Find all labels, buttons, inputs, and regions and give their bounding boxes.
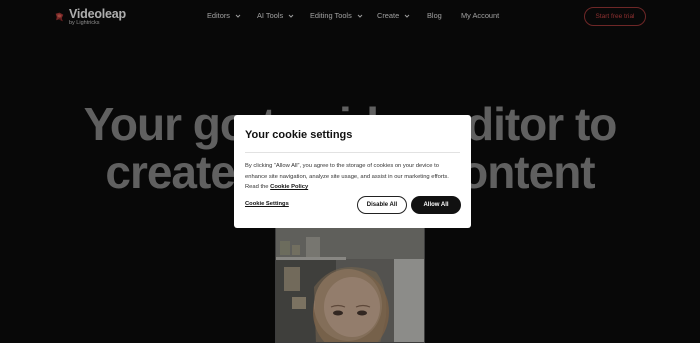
cookie-settings-link[interactable]: Cookie Settings: [245, 201, 289, 207]
disable-all-button[interactable]: Disable All: [357, 196, 407, 214]
cookie-dialog-text: By clicking “Allow All”, you agree to th…: [245, 161, 459, 193]
cookie-settings-dialog: Your cookie settings By clicking “Allow …: [234, 115, 471, 228]
cookie-dialog-title: Your cookie settings: [245, 129, 353, 141]
divider: [245, 152, 460, 153]
cookie-policy-link[interactable]: Cookie Policy: [270, 184, 308, 190]
allow-all-button[interactable]: Allow All: [411, 196, 461, 214]
